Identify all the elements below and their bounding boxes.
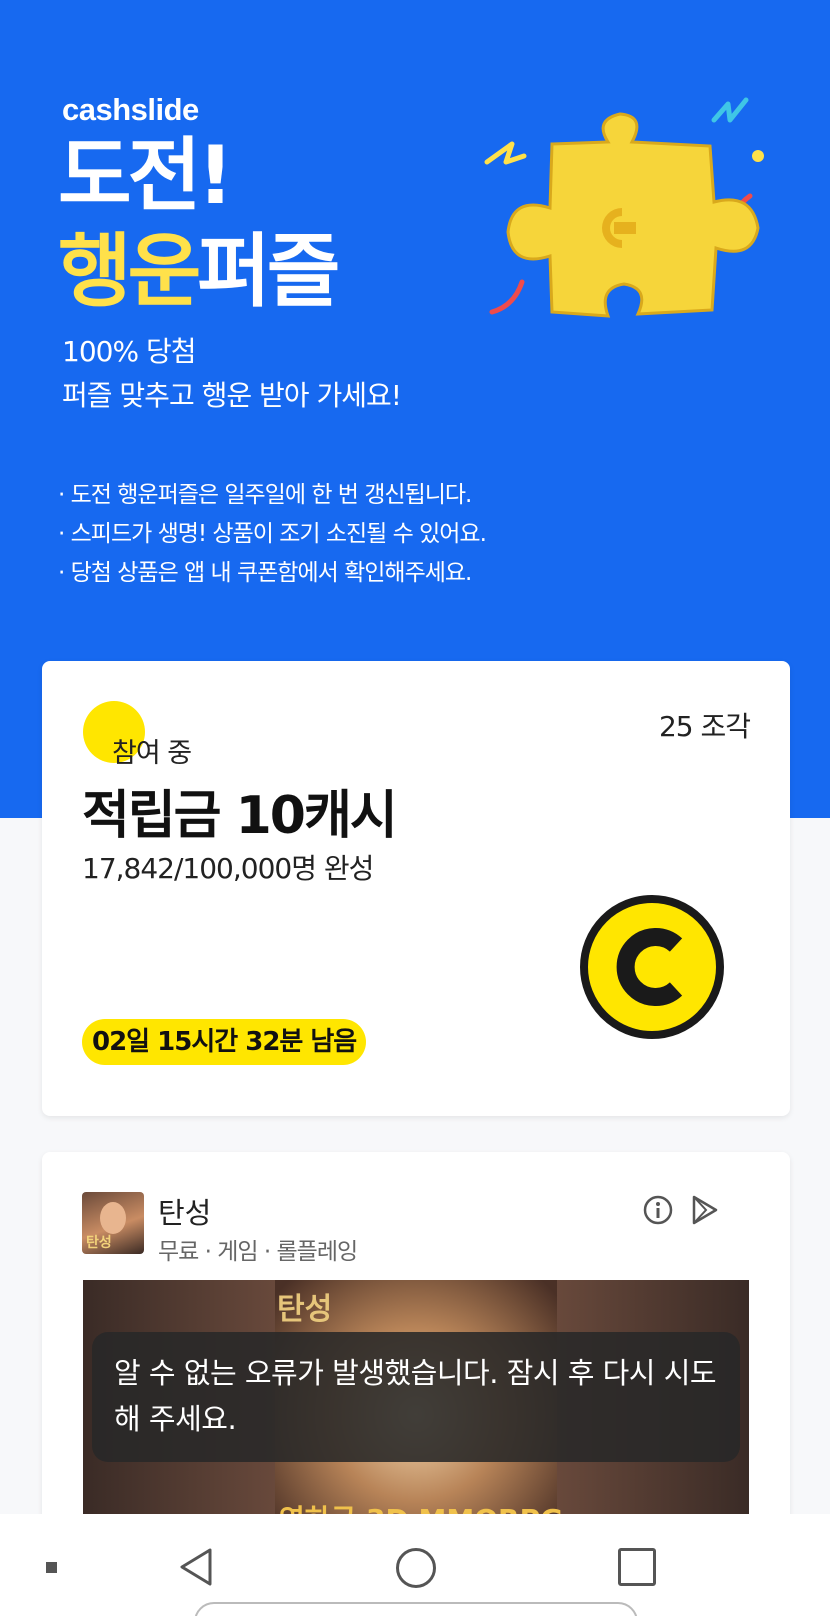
hero-subtitle-1: 100% 당첨 xyxy=(62,335,196,368)
hero-title-rest: 퍼즐 xyxy=(197,225,340,318)
piece-count: 25 조각 xyxy=(658,710,751,743)
cash-coin-icon xyxy=(580,895,724,1039)
app-thumbnail[interactable]: 탄성 xyxy=(82,1192,144,1254)
note-item: · 도전 행운퍼즐은 일주일에 한 번 갱신됩니다. xyxy=(58,482,472,508)
note-item: · 스피드가 생명! 상품이 조기 소진될 수 있어요. xyxy=(58,521,487,547)
gesture-pill xyxy=(194,1602,638,1616)
info-icon[interactable] xyxy=(642,1194,674,1226)
recent-apps-icon[interactable] xyxy=(618,1548,656,1586)
app-name: 탄성 xyxy=(158,1196,212,1230)
completion-progress: 17,842/100,000명 완성 xyxy=(82,852,374,885)
hero-title-highlight: 행운 xyxy=(58,225,201,318)
banner-logo: 탄성 xyxy=(277,1292,333,1327)
time-remaining-badge: 02일 15시간 32분 남음 xyxy=(82,1019,367,1065)
reward-title: 적립금 10캐시 xyxy=(82,786,398,846)
participation-status: 참여 중 xyxy=(112,738,192,769)
challenge-card[interactable]: 참여 중 25 조각 적립금 10캐시 17,842/100,000명 완성 0… xyxy=(42,661,790,1116)
error-toast: 알 수 없는 오류가 발생했습니다. 잠시 후 다시 시도해 주세요. xyxy=(92,1332,740,1462)
home-icon[interactable] xyxy=(396,1548,436,1588)
back-icon[interactable] xyxy=(174,1544,220,1590)
brand-logo: cashslide xyxy=(62,92,199,127)
puzzle-piece-icon xyxy=(484,97,764,318)
play-store-icon[interactable] xyxy=(688,1194,720,1226)
hero-title-line2: 행운퍼즐 xyxy=(58,232,340,312)
system-navigation-bar xyxy=(0,1514,830,1616)
hero-title-line1: 도전! xyxy=(58,129,234,222)
hero-subtitle-2: 퍼즐 맞추고 행운 받아 가세요! xyxy=(62,379,402,412)
app-meta: 무료 · 게임 · 롤플레잉 xyxy=(158,1239,358,1265)
note-item: · 당첨 상품은 앱 내 쿠폰함에서 확인해주세요. xyxy=(58,560,472,586)
nav-indicator xyxy=(46,1562,57,1573)
hero-notes: · 도전 행운퍼즐은 일주일에 한 번 갱신됩니다. · 스피드가 생명! 상품… xyxy=(58,476,487,593)
